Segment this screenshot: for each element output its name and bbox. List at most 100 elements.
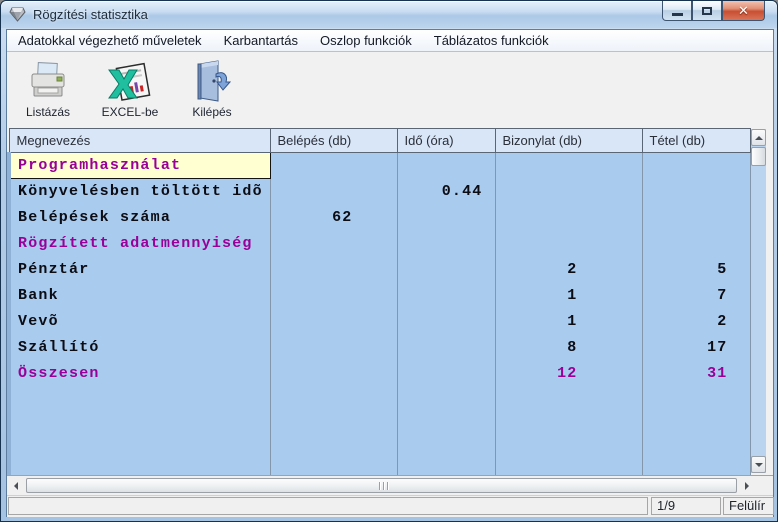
empty-cell [9,387,270,475]
app-window: Rögzítési statisztika ✕ Adatokkal végezh… [0,0,778,522]
scroll-right-button[interactable] [738,476,756,496]
horizontal-scrollbar[interactable] [7,476,773,496]
menu-item-0[interactable]: Adatokkal végezhető műveletek [7,30,213,52]
arrow-up-icon [755,136,763,140]
cell-r1-c3[interactable] [495,179,642,205]
table-row[interactable]: Könyvelésben töltött idõ 0.44 [9,179,750,205]
statusbar: 1/9 Felülír [7,496,773,517]
arrow-left-icon [14,482,18,490]
column-header-1[interactable]: Belépés (db) [270,129,397,153]
empty-cell [270,387,397,475]
cell-r6-c3[interactable]: 1 [495,309,642,335]
cell-r0-c1[interactable] [270,153,397,179]
close-button[interactable]: ✕ [722,1,765,21]
cell-r8-c2[interactable] [397,361,495,387]
maximize-button[interactable] [692,1,722,21]
scroll-down-button[interactable] [751,456,766,473]
cell-r5-c4[interactable]: 7 [642,283,750,309]
cell-r8-c3[interactable]: 12 [495,361,642,387]
cell-r7-c4[interactable]: 17 [642,335,750,361]
table-row[interactable]: Pénztár 25 [9,257,750,283]
cell-r3-c2[interactable] [397,231,495,257]
grid-body: ProgramhasználatKönyvelésben töltött idõ… [9,153,750,475]
cell-r7-c0[interactable]: Szállító [9,335,270,361]
column-header-3[interactable]: Bizonylat (db) [495,129,642,153]
column-header-4[interactable]: Tétel (db) [642,129,750,153]
minimize-button[interactable] [662,1,692,21]
cell-r5-c2[interactable] [397,283,495,309]
toolbar-button-label: Kilépés [192,105,231,119]
horizontal-scroll-thumb[interactable] [26,478,737,493]
scroll-up-button[interactable] [751,129,766,146]
cell-r5-c3[interactable]: 1 [495,283,642,309]
column-header-2[interactable]: Idő (óra) [397,129,495,153]
cell-r6-c4[interactable]: 2 [642,309,750,335]
cell-r4-c0[interactable]: Pénztár [9,257,270,283]
cell-r6-c2[interactable] [397,309,495,335]
cell-r1-c2[interactable]: 0.44 [397,179,495,205]
toolbar: Listázás EXCEL-be Kilépés [7,52,773,128]
cell-r8-c4[interactable]: 31 [642,361,750,387]
cell-r7-c2[interactable] [397,335,495,361]
toolbar-button-list-z-s[interactable]: Listázás [13,58,83,119]
cell-r3-c1[interactable] [270,231,397,257]
menu-item-3[interactable]: Táblázatos funkciók [423,30,560,52]
cell-r2-c1[interactable]: 62 [270,205,397,231]
cell-r7-c1[interactable] [270,335,397,361]
scroll-left-button[interactable] [7,476,25,496]
table-row[interactable]: Összesen 1231 [9,361,750,387]
cell-r1-c4[interactable] [642,179,750,205]
arrow-right-icon [745,482,749,490]
vertical-scrollbar[interactable] [751,129,766,473]
table-row[interactable]: Belépések száma62 [9,205,750,231]
cell-r2-c2[interactable] [397,205,495,231]
table-row[interactable]: Rögzített adatmennyiség [9,231,750,257]
table-row[interactable]: Bank 17 [9,283,750,309]
cell-r4-c2[interactable] [397,257,495,283]
maximize-icon [702,7,712,15]
exit-door-icon [189,60,235,104]
statistics-table: MegnevezésBelépés (db)Idő (óra)Bizonylat… [7,128,751,475]
cell-r2-c4[interactable] [642,205,750,231]
menubar: Adatokkal végezhető műveletekKarbantartá… [7,30,773,52]
cell-r5-c0[interactable]: Bank [9,283,270,309]
cell-r1-c1[interactable] [270,179,397,205]
cell-r8-c0[interactable]: Összesen [9,361,270,387]
toolbar-button-label: Listázás [26,105,70,119]
table-row[interactable]: Szállító 817 [9,335,750,361]
cell-r0-c2[interactable] [397,153,495,179]
empty-cell [397,387,495,475]
cell-r8-c1[interactable] [270,361,397,387]
cell-r6-c1[interactable] [270,309,397,335]
cell-r2-c0[interactable]: Belépések száma [9,205,270,231]
toolbar-button-label: EXCEL-be [102,105,159,119]
cell-r1-c0[interactable]: Könyvelésben töltött idõ [9,179,270,205]
table-row[interactable]: Programhasználat [9,153,750,179]
cell-r4-c1[interactable] [270,257,397,283]
scroll-grip [379,482,389,490]
cell-r4-c3[interactable]: 2 [495,257,642,283]
cell-r0-c0[interactable]: Programhasználat [9,153,270,179]
table-row[interactable]: Vevõ 12 [9,309,750,335]
cell-r7-c3[interactable]: 8 [495,335,642,361]
cell-r0-c3[interactable] [495,153,642,179]
toolbar-button-kil-p-s[interactable]: Kilépés [177,58,247,119]
column-header-0[interactable]: Megnevezés [9,129,270,153]
cell-r3-c3[interactable] [495,231,642,257]
cell-r3-c4[interactable] [642,231,750,257]
toolbar-button-excel-be[interactable]: EXCEL-be [95,58,165,119]
window-title: Rögzítési statisztika [33,7,148,22]
cell-r2-c3[interactable] [495,205,642,231]
grid-area: MegnevezésBelépés (db)Idő (óra)Bizonylat… [7,128,773,476]
table-header-row: MegnevezésBelépés (db)Idő (óra)Bizonylat… [9,129,750,153]
empty-cell [642,387,750,475]
menu-item-2[interactable]: Oszlop funkciók [309,30,423,52]
titlebar[interactable]: Rögzítési statisztika ✕ [1,1,777,28]
menu-item-1[interactable]: Karbantartás [213,30,309,52]
cell-r5-c1[interactable] [270,283,397,309]
cell-r3-c0[interactable]: Rögzített adatmennyiség [9,231,270,257]
cell-r0-c4[interactable] [642,153,750,179]
vertical-scroll-thumb[interactable] [751,147,766,166]
cell-r4-c4[interactable]: 5 [642,257,750,283]
cell-r6-c0[interactable]: Vevõ [9,309,270,335]
